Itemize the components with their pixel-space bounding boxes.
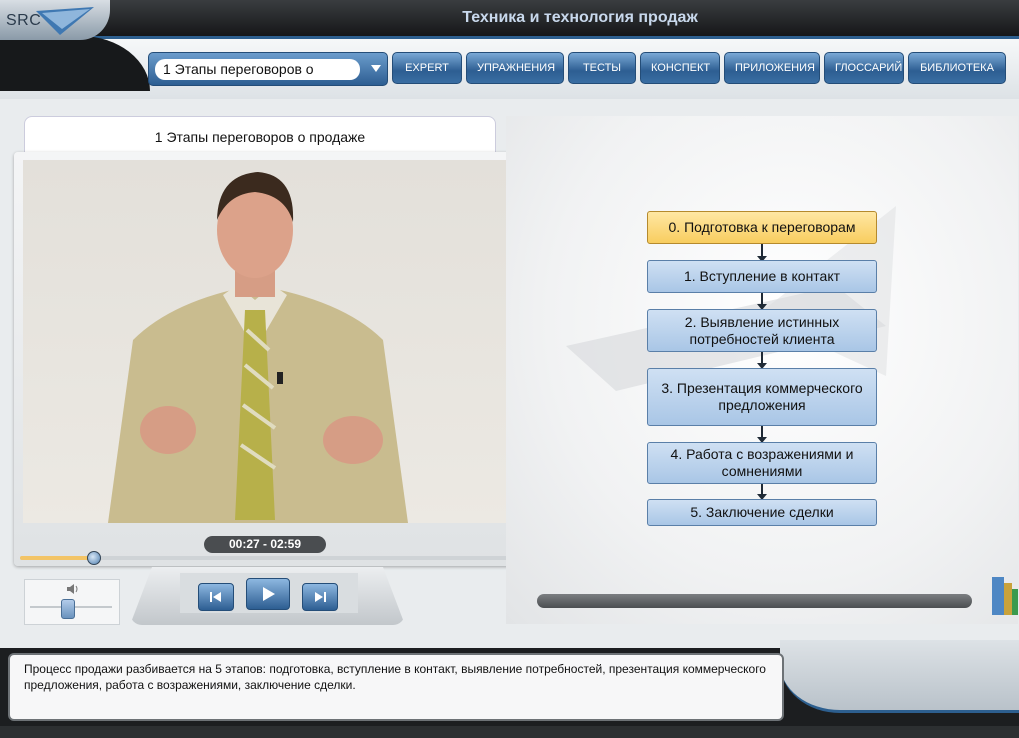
app-title: Техника и технология продаж bbox=[462, 9, 698, 26]
flow-arrow bbox=[757, 484, 767, 500]
description-text: Процесс продажи разбивается на 5 этапов:… bbox=[8, 653, 784, 721]
skip-back-icon bbox=[210, 592, 221, 602]
tests-button[interactable]: ТЕСТЫ bbox=[568, 52, 636, 84]
logo: SRC bbox=[0, 0, 110, 40]
flow-arrow bbox=[757, 352, 767, 369]
logo-mark-icon bbox=[36, 7, 94, 35]
exercises-button[interactable]: УПРАЖНЕНИЯ bbox=[466, 52, 564, 84]
flow-step-3[interactable]: 3. Презентация коммерческого предложения bbox=[647, 368, 877, 426]
appendices-button[interactable]: ПРИЛОЖЕНИЯ bbox=[724, 52, 820, 84]
flow-step-2[interactable]: 2. Выявление истинных потребностей клиен… bbox=[647, 309, 877, 352]
expert-button[interactable]: EXPERT bbox=[392, 52, 462, 84]
flow-arrow bbox=[757, 244, 767, 262]
presenter-video-frame bbox=[108, 172, 408, 523]
speaker-icon bbox=[67, 584, 78, 594]
flow-step-1[interactable]: 1. Вступление в контакт bbox=[647, 260, 877, 293]
chevron-down-icon bbox=[371, 65, 381, 72]
library-button[interactable]: БИБЛИОТЕКА bbox=[908, 52, 1006, 84]
flow-arrow bbox=[757, 293, 767, 310]
glossary-button[interactable]: ГЛОССАРИЙ bbox=[824, 52, 904, 84]
footer-curve bbox=[780, 640, 1019, 713]
volume-slider-handle[interactable] bbox=[60, 599, 75, 619]
play-icon bbox=[263, 587, 275, 601]
flow-step-0[interactable]: 0. Подготовка к переговорам bbox=[647, 211, 877, 244]
books-icon bbox=[992, 577, 1018, 615]
video-player[interactable] bbox=[23, 160, 509, 523]
video-progress-fill bbox=[20, 556, 94, 560]
previous-button[interactable] bbox=[198, 583, 234, 611]
lesson-select[interactable]: 1 Этапы переговоров о bbox=[148, 52, 388, 86]
footer-strip bbox=[0, 726, 1019, 738]
main-nav: 1 Этапы переговоров о EXPERT УПРАЖНЕНИЯ … bbox=[148, 52, 1006, 86]
next-button[interactable] bbox=[302, 583, 338, 611]
flow-step-5[interactable]: 5. Заключение сделки bbox=[647, 499, 877, 526]
summary-button[interactable]: КОНСПЕКТ bbox=[640, 52, 720, 84]
play-button[interactable] bbox=[246, 578, 290, 610]
skip-forward-icon bbox=[315, 592, 326, 602]
flow-arrow bbox=[757, 426, 767, 443]
flow-step-4[interactable]: 4. Работа с возражениями и сомнениями bbox=[647, 442, 877, 484]
lesson-select-value: 1 Этапы переговоров о bbox=[155, 59, 360, 80]
time-display: 00:27 - 02:59 bbox=[204, 536, 326, 553]
content-scrollbar[interactable] bbox=[537, 594, 972, 608]
